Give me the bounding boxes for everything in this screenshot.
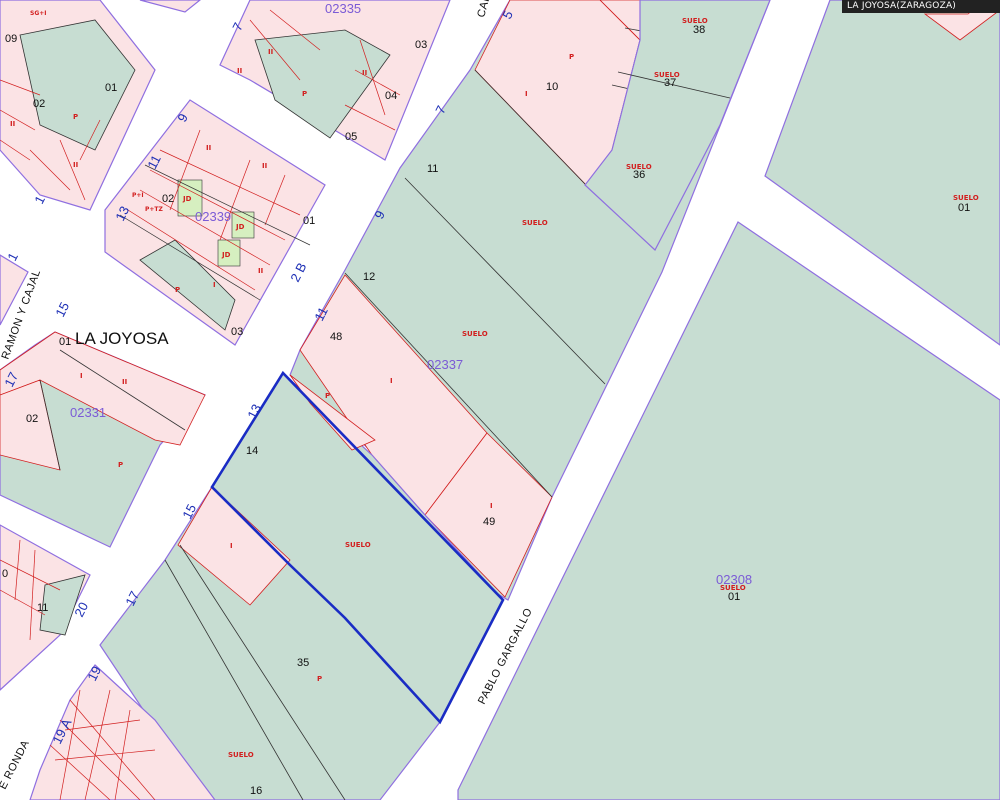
use-label: JD [221, 251, 231, 259]
use-label: P [175, 286, 180, 294]
use-label: P [73, 113, 78, 121]
use-label: II [258, 267, 263, 275]
parcel-number: 04 [385, 90, 397, 102]
portal-number: 15 [52, 300, 72, 320]
parcel-number: 01 [59, 336, 71, 348]
block-label-02335: 02335 [325, 1, 361, 16]
use-label: II [268, 48, 273, 56]
use-label: SUELO [345, 541, 371, 549]
use-label: P [302, 90, 307, 98]
parcel-number: 02 [162, 193, 174, 205]
block-label-02331: 02331 [70, 405, 106, 420]
use-label: P+TZ [145, 206, 164, 213]
parcel-number: 02 [26, 413, 38, 425]
parcel-number: 01 [728, 591, 740, 603]
use-label: JD [235, 223, 245, 231]
block-label-02337: 02337 [427, 357, 463, 372]
parcel-number: 0 [2, 568, 8, 580]
use-label: I [390, 377, 393, 385]
parcel-number: 01 [105, 82, 117, 94]
use-label: II [362, 69, 367, 77]
block-top-strip[interactable] [139, 0, 201, 13]
use-label: II [237, 67, 242, 75]
use-label: P [569, 53, 574, 61]
use-label: SUELO [522, 219, 548, 227]
use-label: I [525, 90, 528, 98]
parcel-number: 03 [231, 326, 243, 338]
parcel-number: 03 [415, 39, 427, 51]
use-label: P [118, 461, 123, 469]
use-label: II [122, 378, 127, 386]
use-label: SUELO [626, 163, 652, 171]
use-label: II [73, 161, 78, 169]
portal-number: 2 B [287, 260, 309, 284]
parcel-number: 11 [37, 602, 48, 614]
use-label: II [10, 120, 15, 128]
use-label: SUELO [953, 194, 979, 202]
parcel-number: 01 [958, 202, 970, 214]
use-label: P [325, 392, 330, 400]
parcel-number: 38 [693, 24, 705, 36]
use-label: P+I [132, 192, 144, 199]
town-label: LA JOYOSA [75, 329, 169, 348]
use-label: SUELO [682, 17, 708, 25]
parcel-number: 11 [427, 163, 438, 175]
cadastral-map[interactable]: 02335 02339 02337 02331 02308 LA JOYOSA … [0, 0, 1000, 800]
parcel-number: 01 [303, 215, 315, 227]
parcel-number: 49 [483, 516, 495, 528]
use-label: SUELO [228, 751, 254, 759]
use-label: I [80, 372, 83, 380]
block-label-02339: 02339 [195, 209, 231, 224]
street-label-de-ronda: E RONDA [0, 738, 32, 791]
use-label: JD [182, 195, 192, 203]
use-label: SUELO [654, 71, 680, 79]
street-label-top-cut: CAL [475, 0, 493, 19]
use-label: II [262, 162, 267, 170]
use-label: SUELO [462, 330, 488, 338]
use-label: I [490, 502, 493, 510]
map-title-bar: LA JOYOSA(ZARAGOZA) [842, 0, 1000, 13]
parcel-number: 10 [546, 81, 558, 93]
use-label: I [230, 542, 233, 550]
parcel-number: 14 [246, 445, 258, 457]
use-label: P [317, 675, 322, 683]
use-label: I [213, 281, 216, 289]
parcel-number: 02 [33, 98, 45, 110]
parcel-number: 48 [330, 331, 342, 343]
use-label: II [206, 144, 211, 152]
parcel-number: 09 [5, 33, 17, 45]
parcel-number: 12 [363, 271, 375, 283]
use-label: SUELO [720, 584, 746, 592]
parcel-number: 35 [297, 657, 309, 669]
parcel-number: 05 [345, 131, 357, 143]
map-viewport[interactable]: 02335 02339 02337 02331 02308 LA JOYOSA … [0, 0, 1000, 800]
use-label: SG+I [30, 10, 47, 17]
parcel-number: 16 [250, 785, 262, 797]
